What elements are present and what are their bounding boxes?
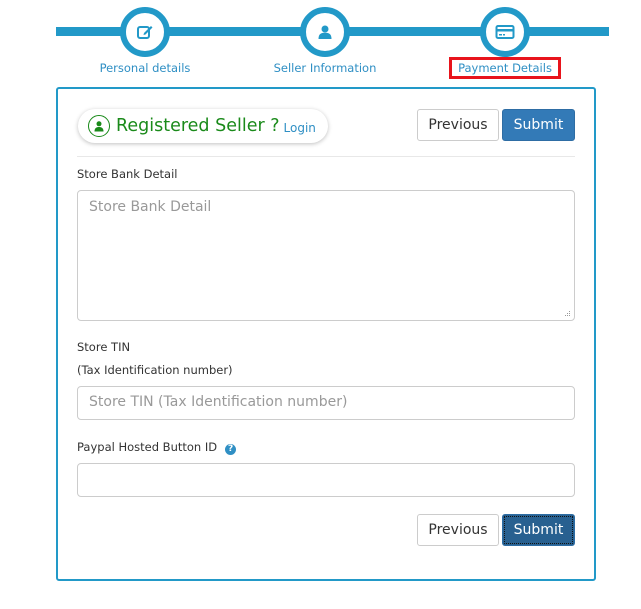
step-label: Seller Information [273, 61, 377, 75]
paypal-label: Paypal Hosted Button ID [77, 440, 218, 454]
step-circle [120, 7, 170, 57]
tin-placeholder: Store TIN (Tax Identification number) [89, 394, 348, 410]
tin-label: Store TIN [77, 340, 131, 354]
resize-grip-icon[interactable] [563, 310, 571, 318]
progress-stepper: Personal details Seller Information Paym… [0, 0, 641, 85]
credit-card-icon [495, 25, 515, 39]
step-label: Personal details [99, 61, 191, 75]
tin-sublabel: (Tax Identification number) [77, 363, 233, 377]
step-circle [480, 7, 530, 57]
login-link[interactable]: Login [284, 121, 316, 135]
step-circle [300, 7, 350, 57]
step-seller-information[interactable]: Seller Information [250, 7, 400, 76]
submit-button-bottom[interactable]: Submit [502, 514, 575, 546]
previous-button-top[interactable]: Previous [417, 109, 499, 141]
header-divider [77, 156, 575, 157]
registered-seller-badge: Registered Seller ? Login [78, 109, 328, 143]
paypal-label-row: Paypal Hosted Button ID? [77, 440, 237, 455]
step-label: Payment Details [449, 57, 561, 79]
help-icon[interactable]: ? [225, 444, 237, 455]
registered-seller-text: Registered Seller ? [116, 116, 280, 136]
payment-details-panel: Registered Seller ? Login Previous Submi… [56, 87, 596, 581]
user-circle-icon [88, 115, 110, 137]
previous-button-bottom[interactable]: Previous [417, 514, 499, 546]
submit-button-top[interactable]: Submit [502, 109, 575, 141]
bank-detail-placeholder: Store Bank Detail [89, 199, 212, 215]
paypal-button-id-input[interactable] [77, 463, 575, 497]
tin-input[interactable]: Store TIN (Tax Identification number) [77, 386, 575, 420]
edit-icon [137, 26, 153, 39]
user-icon [318, 25, 332, 39]
bank-detail-label: Store Bank Detail [77, 167, 178, 181]
step-payment-details[interactable]: Payment Details [430, 7, 580, 79]
bank-detail-textarea[interactable]: Store Bank Detail [77, 190, 575, 321]
step-personal-details[interactable]: Personal details [70, 7, 220, 76]
